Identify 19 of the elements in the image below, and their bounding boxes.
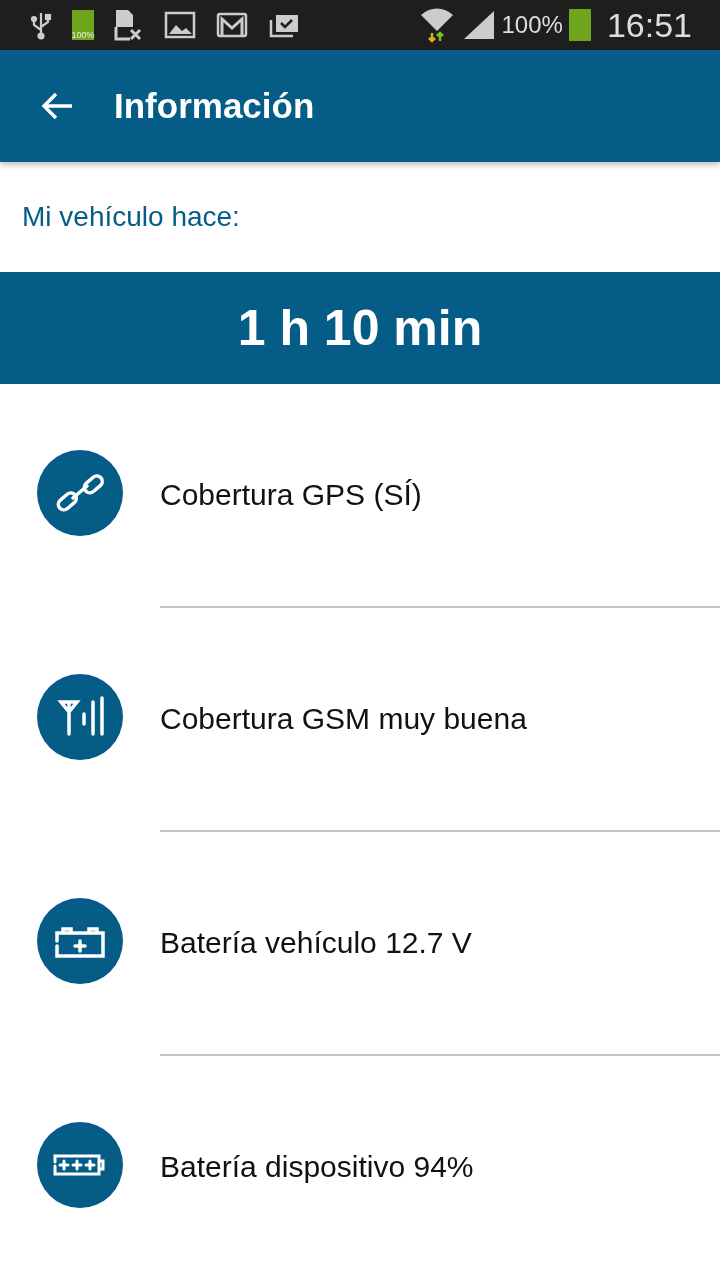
duration-banner: 1 h 10 min (0, 272, 720, 384)
section-label: Mi vehículo hace: (21, 200, 241, 234)
info-text: Cobertura GSM muy buena (160, 702, 527, 736)
car-battery-icon (37, 898, 123, 984)
info-text: Batería dispositivo 94% (160, 1150, 474, 1184)
image-icon (164, 11, 196, 39)
battery-icon (37, 1122, 123, 1208)
screen-title: Información (114, 86, 315, 126)
info-text: Batería vehículo 12.7 V (160, 926, 472, 960)
chain-link-icon (37, 450, 123, 536)
antenna-signal-icon (37, 674, 123, 760)
battery-icon (568, 9, 591, 41)
clock-time: 16:51 (606, 5, 692, 45)
info-text: Cobertura GPS (SÍ) (160, 478, 422, 512)
battery-icon: 100% (72, 10, 94, 40)
mail-icon (216, 11, 248, 39)
sim-card-icon (114, 8, 144, 42)
battery-percent: 100% (501, 11, 563, 39)
usb-icon (30, 10, 52, 40)
